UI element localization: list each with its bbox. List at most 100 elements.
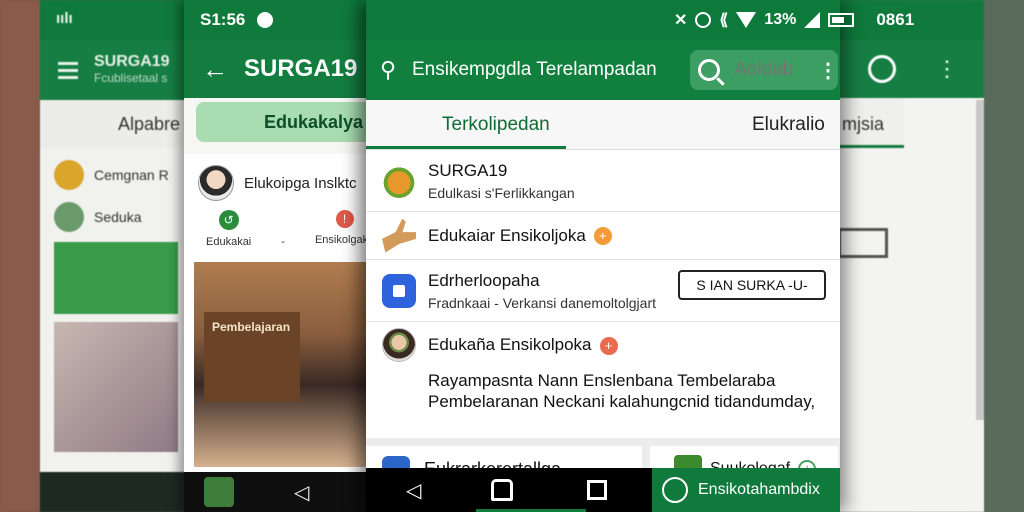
list-item-subtitle: Fradnkaai - Verkansi danemoltolgjart	[428, 294, 657, 311]
app-title: SURGA19	[244, 55, 358, 82]
person-avatar-icon	[382, 328, 416, 362]
search-input[interactable]	[734, 59, 814, 81]
background-blur-right	[984, 0, 1024, 512]
profile-name: Elukoipga Inslktc	[244, 174, 357, 192]
photo-sign: Pembelajaran	[204, 312, 300, 402]
tab-terkolipedan[interactable]: Terkolipedan	[366, 100, 566, 149]
action-label: Edukakai	[206, 236, 252, 248]
list-item-title: SURGA19	[428, 160, 508, 180]
clock-icon	[257, 12, 274, 28]
list-item-label: Cemgnan R	[94, 167, 169, 183]
badge-icon: +	[593, 227, 612, 246]
app-bar: ⋮	[838, 40, 984, 98]
list-item[interactable]: SURGA19 Edulkasi s'Ferlikkangan	[366, 150, 840, 212]
taco-icon	[382, 163, 416, 198]
separator-label: -	[281, 236, 285, 248]
nav-bar	[40, 472, 190, 512]
list-item-title-text: Edukaña Ensikolpoka	[428, 335, 592, 354]
list-item-label: Seduka	[94, 209, 142, 225]
description-text: Rayampasnta Nann Enslenbana Tembelaraba …	[366, 368, 840, 438]
list-item-subtitle: Edulkasi s'Ferlikkangan	[428, 184, 575, 201]
more-vert-icon[interactable]: ⋮	[936, 56, 958, 82]
tab-bar: Edukakalya	[184, 98, 384, 154]
info-icon: !	[335, 210, 354, 228]
search-box[interactable]: ⋮	[690, 50, 838, 90]
no-sound-icon: ✕	[674, 12, 688, 29]
photo-thumbnail[interactable]	[54, 322, 178, 452]
share-icon: ↺	[218, 210, 239, 230]
surka-button[interactable]: S IAN SURKA -U-	[678, 270, 826, 300]
status-bar: ıılı	[40, 0, 190, 40]
status-icons: ✕ ⟪ 13% 0861	[674, 10, 914, 30]
nav-bar: ◁	[184, 472, 384, 512]
status-time: S1:56	[200, 10, 246, 29]
app-bar: ⚲ Ensikempgdla Terelampadan ⋮	[366, 40, 840, 100]
app-bar: ← SURGA19	[184, 40, 384, 98]
back-arrow-icon[interactable]: ←	[202, 54, 228, 85]
status-bar-icons: ✕ ⟪ 13% 0861	[366, 0, 984, 40]
description-line: Pembelaranan Neckani kalahungcnid tidand…	[428, 392, 816, 411]
tab-elukralio[interactable]: Elukralio	[566, 100, 840, 149]
list-item[interactable]: Edukaiar Ensikoljoka +	[366, 212, 840, 260]
avatar	[198, 165, 234, 201]
wifi-icon	[736, 12, 757, 28]
phone-left: ıılı SURGA19 Fcublisetaal s Alpabre Cemg…	[40, 0, 190, 512]
badge-icon: +	[599, 336, 618, 355]
list-item[interactable]: Edrherloopaha Fradnkaai - Verkansi danem…	[366, 260, 840, 322]
status-time: 0861	[876, 10, 915, 29]
document-icon	[382, 273, 416, 308]
background-blur-left	[0, 0, 40, 512]
food-icon	[54, 160, 84, 190]
battery-icon	[828, 13, 855, 27]
back-nav-icon[interactable]: ◁	[294, 480, 309, 505]
tab-bar: Terkolipedan Elukralio	[366, 100, 840, 150]
nav-pill-button[interactable]: Ensikotahambdix	[652, 468, 840, 512]
alarm-icon	[695, 12, 712, 28]
green-card[interactable]	[54, 242, 178, 314]
scrollbar[interactable]	[976, 100, 984, 420]
magnifier-icon	[698, 59, 720, 81]
phone-right: ⋮ mjsia	[838, 0, 984, 512]
description-line: Rayampasnta Nann Enslenbana Tembelaraba	[428, 371, 776, 390]
recents-nav-icon[interactable]	[587, 480, 608, 500]
phone-front: ⚲ Ensikempgdla Terelampadan ⋮ Terkoliped…	[366, 0, 840, 512]
list-item-title: Edukaiar Ensikoljoka +	[428, 226, 612, 246]
person-icon	[54, 202, 84, 232]
action-separator: -	[281, 210, 285, 262]
search-icon[interactable]	[868, 55, 896, 83]
menu-icon[interactable]	[58, 58, 78, 83]
list-item-title: Edrherloopaha	[428, 270, 540, 290]
app-title: SURGA19 Fcublisetaal s	[94, 53, 170, 87]
status-bar: S1:56	[184, 0, 384, 40]
app-title-text: SURGA19	[94, 53, 170, 70]
thumbnail-icon[interactable]	[204, 477, 234, 507]
profile-row[interactable]: Elukoipga Inslktc	[184, 154, 384, 204]
action-edukakai[interactable]: ↺ Edukakai	[206, 210, 251, 262]
more-vert-icon[interactable]: ⋮	[818, 58, 838, 83]
action-row: ↺ Edukakai - ! Ensikolgaka	[184, 204, 384, 262]
list-item-title: Edukaña Ensikolpoka +	[428, 335, 618, 355]
screenshot-stage: ıılı SURGA19 Fcublisetaal s Alpabre Cemg…	[0, 0, 1024, 512]
outline-box[interactable]	[838, 228, 888, 258]
tab-edukakalya[interactable]: Edukakalya	[196, 102, 382, 142]
list-item[interactable]: Seduka	[40, 190, 190, 232]
home-nav-icon[interactable]	[491, 479, 514, 501]
back-nav-icon[interactable]: ◁	[406, 478, 421, 503]
battery-percent: 13%	[764, 11, 797, 28]
tab-alphabet[interactable]: Alpabre	[40, 100, 190, 148]
hand-icon	[382, 218, 416, 253]
vibrate-icon: ⟪	[719, 12, 729, 29]
phone-middle: S1:56 ← SURGA19 Edukakalya Elukoipga Ins…	[184, 0, 384, 512]
photo-post[interactable]: Pembelajaran	[194, 262, 384, 467]
search-icon[interactable]: ⚲	[380, 57, 406, 83]
list-item[interactable]: Edukaña Ensikolpoka +	[366, 322, 840, 368]
content-list: SURGA19 Edulkasi s'Ferlikkangan Edukaiar…	[366, 150, 840, 438]
nav-bar: ◁ Ensikotahambdix	[366, 468, 840, 512]
list-item[interactable]: Cemgnan R	[40, 148, 190, 190]
app-subtitle: Fcublisetaal s	[94, 71, 168, 85]
list-item-title-text: Edukaiar Ensikoljoka	[428, 225, 586, 245]
nav-pill-label: Ensikotahambdix	[698, 481, 820, 498]
tab-mjsia[interactable]: mjsia	[838, 98, 904, 148]
signal-text: ıılı	[56, 10, 73, 27]
app-title: Ensikempgdla Terelampadan	[412, 59, 657, 80]
